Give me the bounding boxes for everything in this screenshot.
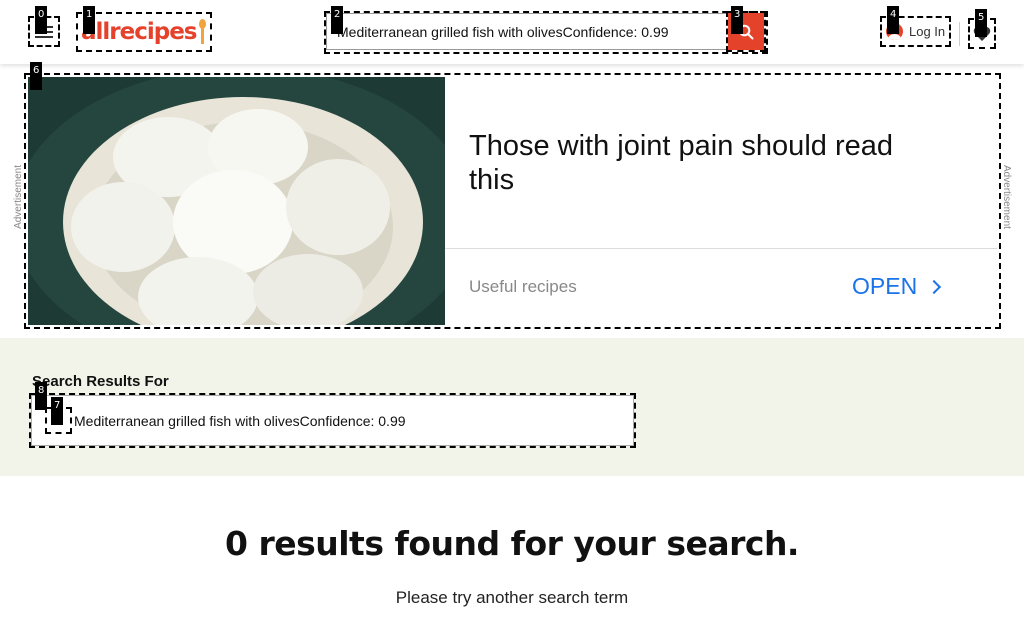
ad-divider — [445, 248, 997, 249]
search-results-label: Search Results For — [32, 373, 169, 390]
ad-open-button[interactable]: OPEN — [852, 273, 942, 300]
marker-7: 7 — [51, 397, 64, 425]
advertisement-banner[interactable]: Those with joint pain should read this U… — [24, 73, 1001, 329]
marker-6: 6 — [30, 62, 43, 90]
marker-3: 3 — [731, 6, 744, 34]
marker-5: 5 — [975, 9, 988, 37]
marker-2: 2 — [331, 6, 344, 34]
marker-0: 0 — [35, 6, 48, 34]
search-bar — [324, 11, 768, 54]
header-divider — [959, 22, 960, 46]
ad-side-label-right: Advertisement — [1001, 165, 1012, 229]
ad-side-label-left: Advertisement — [13, 165, 24, 229]
site-logo[interactable]: allrecipes — [76, 12, 212, 52]
logo-text: allrecipes — [81, 19, 198, 45]
marker-1: 1 — [83, 6, 96, 34]
search-input[interactable] — [326, 13, 728, 50]
ad-open-label: OPEN — [852, 273, 918, 299]
no-results-subtitle: Please try another search term — [395, 588, 629, 607]
site-header: allrecipes Log In — [0, 0, 1024, 64]
marker-4: 4 — [887, 6, 900, 34]
boiled-eggs-image — [28, 77, 445, 325]
ad-source: Useful recipes — [469, 277, 577, 296]
search-results-field[interactable]: Mediterranean grilled fish with olivesCo… — [29, 393, 636, 448]
no-results-title: 0 results found for your search. — [225, 524, 799, 563]
marker-8: 8 — [35, 382, 48, 410]
ad-headline: Those with joint pain should read this — [469, 130, 893, 196]
login-label: Log In — [909, 24, 946, 39]
ad-image — [28, 77, 445, 325]
search-results-query: Mediterranean grilled fish with olivesCo… — [74, 412, 406, 429]
chevron-right-icon — [927, 279, 942, 294]
spoon-icon — [198, 19, 206, 45]
